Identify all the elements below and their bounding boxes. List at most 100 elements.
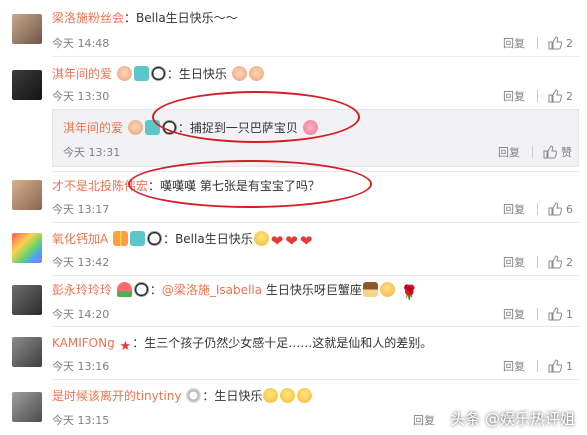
girl-emoji-icon <box>127 120 143 135</box>
thumbs-up-icon[interactable] <box>548 255 562 269</box>
smile-emoji-icon <box>253 231 269 246</box>
watermelon-emoji-icon <box>116 282 132 297</box>
reply-button[interactable]: 回复 <box>503 201 525 217</box>
comment-item: 梁洛施粉丝会：Bella生日快乐～～ 今天 14:48 回复 2 <box>0 0 587 56</box>
mention-link[interactable]: @梁洛施_Isabella <box>162 283 262 297</box>
like-count: 2 <box>566 89 573 103</box>
comment-line: 氧化钙加A ：Bella生日快乐 ❤ ❤ ❤ <box>52 231 313 249</box>
comment-actions: 回复 1 <box>503 306 573 322</box>
user-name[interactable]: 梁洛施粉丝会 <box>52 11 124 25</box>
divider <box>537 360 538 372</box>
comment-line: 淇年间的爱 ：生日快乐 <box>52 66 265 82</box>
like-label[interactable]: 赞 <box>561 144 572 160</box>
thumbs-up-icon[interactable] <box>548 202 562 216</box>
avatar[interactable] <box>12 337 42 367</box>
smile-emoji-icon <box>297 388 313 403</box>
reply-button[interactable]: 回复 <box>503 254 525 270</box>
girl-emoji-icon <box>116 66 132 81</box>
like-count: 2 <box>566 255 573 269</box>
girl-emoji-icon <box>248 66 264 81</box>
star-icon: ★ <box>119 339 132 354</box>
avatar[interactable] <box>12 285 42 315</box>
divider <box>532 146 533 158</box>
divider <box>537 90 538 102</box>
reply-button[interactable]: 回复 <box>503 358 525 374</box>
camera-emoji-icon <box>130 231 146 246</box>
thumbs-up-icon[interactable] <box>548 307 562 321</box>
quote-actions: 回复 赞 <box>498 144 572 160</box>
colon: ： <box>124 11 137 25</box>
avatar[interactable] <box>12 392 42 422</box>
like-count: 1 <box>566 359 573 373</box>
avatar[interactable] <box>12 70 42 100</box>
comment-text: 生日快乐 <box>214 389 263 403</box>
reply-button[interactable]: 回复 <box>503 306 525 322</box>
reply-button[interactable]: 回复 <box>503 35 525 51</box>
colon: ： <box>163 232 176 246</box>
comment-text: Bella生日快乐 <box>175 232 253 246</box>
avatar[interactable] <box>12 233 42 263</box>
colon: ： <box>132 336 145 350</box>
annotation-ellipse <box>128 160 372 208</box>
reply-button[interactable]: 回复 <box>498 144 520 160</box>
colon: ： <box>149 283 162 297</box>
annotation-ellipse <box>152 91 360 143</box>
heart-icon: ❤ <box>299 232 313 250</box>
timestamp: 今天 13:15 <box>52 414 110 427</box>
user-name[interactable]: KAMIFONg <box>52 336 115 350</box>
gift-emoji-icon <box>113 231 129 246</box>
timestamp: 今天 13:31 <box>63 146 121 159</box>
watermark: 头条 @娱乐热评姐 <box>450 410 575 428</box>
timestamp: 今天 14:48 <box>52 37 110 50</box>
smile-emoji-icon <box>263 388 279 403</box>
avatar[interactable] <box>12 180 42 210</box>
divider <box>537 308 538 320</box>
panda-emoji-icon <box>150 66 166 81</box>
comment-text: 生日快乐呀巨蟹座 <box>265 283 362 297</box>
comment-item: 氧化钙加A ：Bella生日快乐 ❤ ❤ ❤ 今天 13:42 回复 2 <box>0 223 587 275</box>
comment-line: 是时候该离开的tinytiny ：生日快乐 <box>52 388 313 404</box>
like-count: 1 <box>566 307 573 321</box>
panda-emoji-icon <box>133 282 149 297</box>
thumbs-up-icon[interactable] <box>548 36 562 50</box>
timestamp: 今天 13:42 <box>52 256 110 269</box>
panda-emoji-icon <box>147 231 163 246</box>
comment-actions: 回复 6 <box>503 201 573 217</box>
timestamp: 今天 13:17 <box>52 203 110 216</box>
user-name[interactable]: 是时候该离开的tinytiny <box>52 389 182 403</box>
divider <box>537 203 538 215</box>
cake-emoji-icon <box>362 282 378 297</box>
thumbs-up-icon[interactable] <box>548 359 562 373</box>
timestamp: 今天 13:30 <box>52 90 110 103</box>
user-name[interactable]: 氧化钙加A <box>52 232 108 246</box>
user-name[interactable]: 彭永玲玲玲 <box>52 283 112 297</box>
thumbs-up-icon[interactable] <box>543 145 557 159</box>
face-emoji-icon <box>379 282 395 297</box>
avatar[interactable] <box>12 14 42 44</box>
colon: ： <box>202 389 215 403</box>
timestamp: 今天 13:16 <box>52 360 110 373</box>
comment-actions: 回复 1 <box>503 358 573 374</box>
ring-emoji-icon <box>186 388 202 403</box>
heart-icon: ❤ <box>270 232 284 250</box>
girl-emoji-icon <box>231 66 247 81</box>
comment-line: 梁洛施粉丝会：Bella生日快乐～～ <box>52 10 238 26</box>
comment-text: 生日快乐 <box>178 67 227 81</box>
smile-emoji-icon <box>280 388 296 403</box>
user-name[interactable]: 淇年间的爱 <box>52 67 112 81</box>
comment-actions: 回复 <box>413 412 447 428</box>
comment-actions: 回复 2 <box>503 254 573 270</box>
rose-icon: 🌹 <box>400 285 419 301</box>
thumbs-up-icon[interactable] <box>548 89 562 103</box>
camera-emoji-icon <box>133 66 149 81</box>
comment-text: Bella生日快乐～～ <box>136 11 238 25</box>
reply-button[interactable]: 回复 <box>413 412 435 428</box>
comment-text: 生三个孩子仍然少女感十足……这就是仙和人的差别。 <box>144 336 433 350</box>
comment-line: 彭永玲玲玲 ：@梁洛施_Isabella 生日快乐呀巨蟹座 🌹 <box>52 282 419 301</box>
comment-actions: 回复 2 <box>503 88 573 104</box>
reply-button[interactable]: 回复 <box>503 88 525 104</box>
comment-item: 彭永玲玲玲 ：@梁洛施_Isabella 生日快乐呀巨蟹座 🌹 今天 14:20… <box>0 276 587 326</box>
user-name[interactable]: 淇年间的爱 <box>63 121 123 135</box>
divider <box>537 256 538 268</box>
comment-item: KAMIFONg ★：生三个孩子仍然少女感十足……这就是仙和人的差别。 今天 1… <box>0 327 587 379</box>
